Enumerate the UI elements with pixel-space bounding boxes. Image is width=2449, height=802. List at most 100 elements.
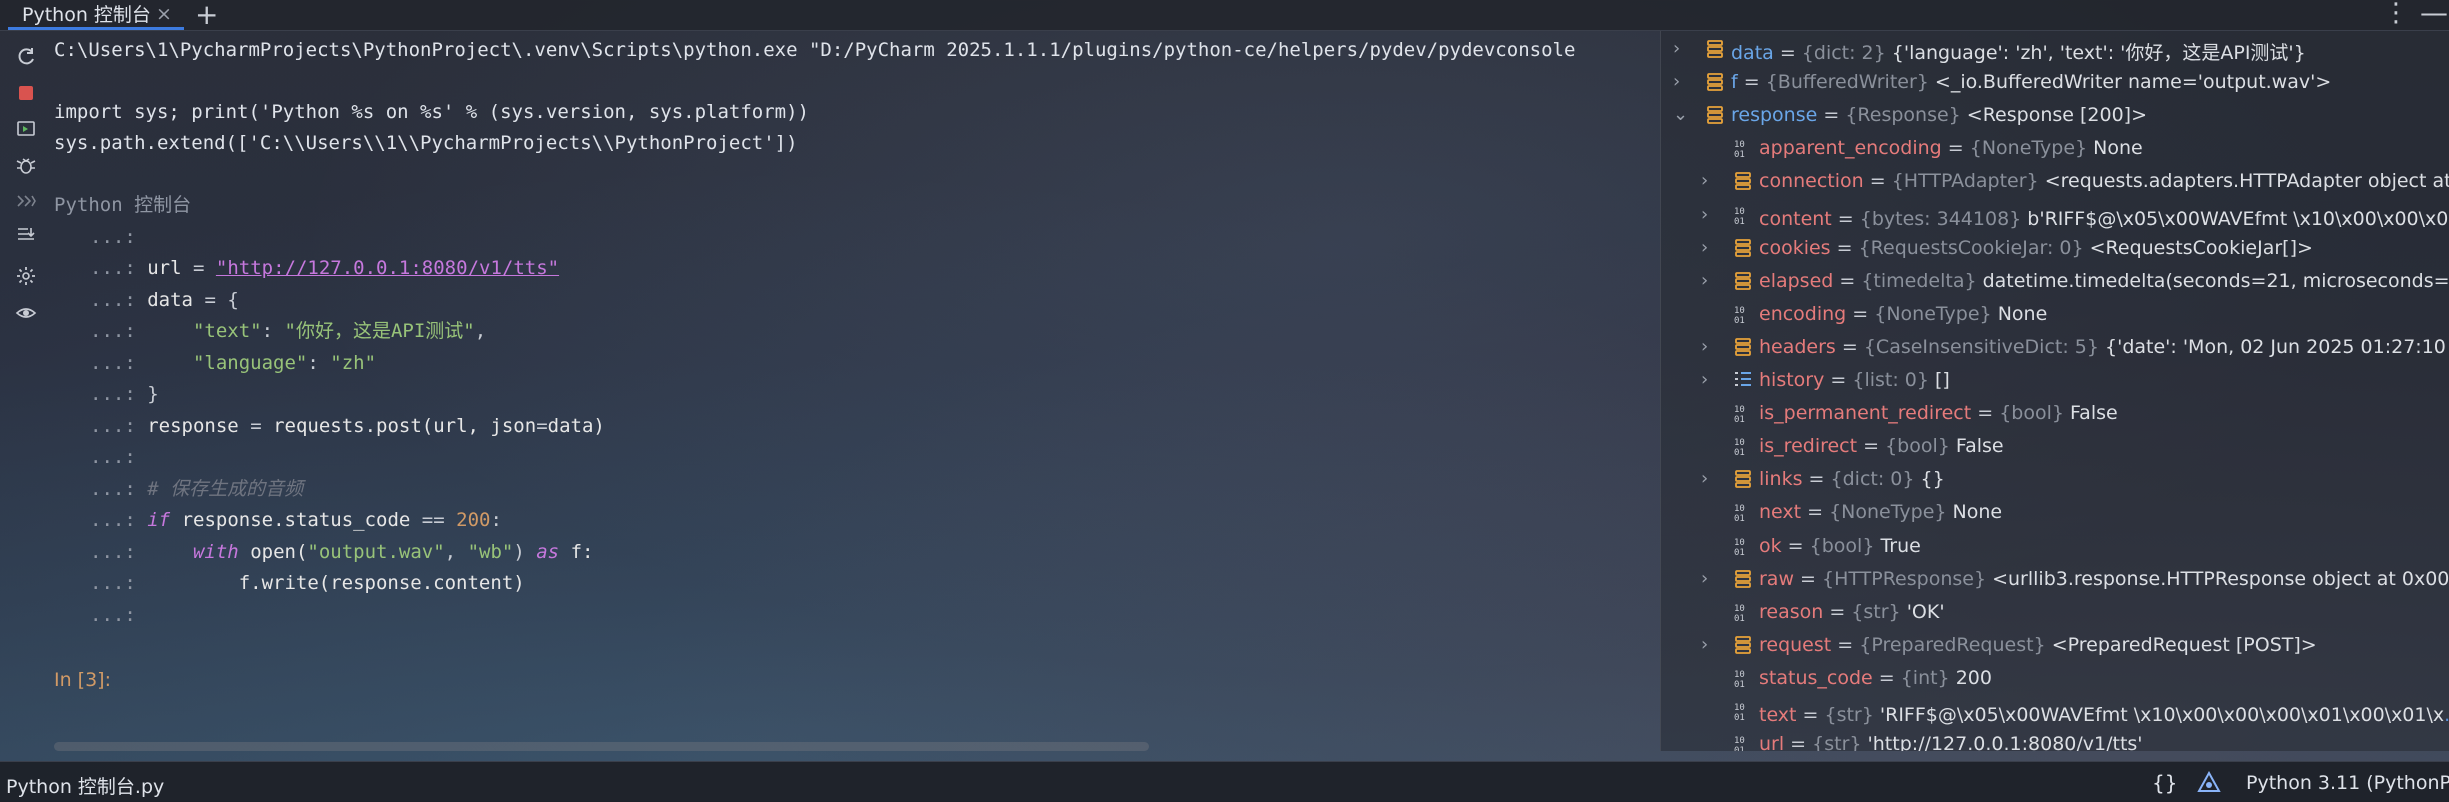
variable-row-status-code[interactable]: 10 01 status_code = {int} 200 (1661, 662, 2449, 695)
svg-text:10: 10 (1734, 405, 1745, 415)
variable-name: content (1759, 207, 1832, 230)
variable-row-data[interactable]: › data = {dict: 2} {'language': 'zh', 'te… (1661, 33, 2449, 66)
braces-icon[interactable]: {} (2152, 771, 2177, 795)
variable-row-elapsed[interactable]: › elapsed = {timedelta} datetime.timedelt… (1661, 265, 2449, 298)
variable-type: {CaseInsensitiveDict: 5} (1863, 335, 2106, 358)
variable-row-url[interactable]: 1001 url = {str} 'http://127.0.0.1:8080/v… (1661, 728, 2449, 751)
url-link[interactable]: "http://127.0.0.1:8080/v1/tts" (216, 257, 559, 279)
variable-value: {} (1920, 468, 1945, 491)
chevron-right-icon[interactable]: › (1701, 271, 1717, 289)
execute-selection-icon[interactable] (14, 117, 38, 141)
variable-row-content[interactable]: › 10 01 content = {bytes: 344108} b'RIFF$@\… (1661, 199, 2449, 232)
chevron-right-icon[interactable]: › (1701, 238, 1717, 256)
chevron-down-icon[interactable]: ⌄ (1673, 106, 1689, 124)
variable-name: reason (1759, 600, 1824, 623)
import-line: import sys; print('Python %s on %s' % (s… (54, 101, 809, 123)
svg-text:01: 01 (1734, 514, 1745, 523)
variable-type: {RequestsCookieJar: 0} (1858, 236, 2090, 259)
stop-icon[interactable] (14, 81, 38, 105)
var-icon (1732, 336, 1754, 358)
variable-name: next (1759, 501, 1802, 524)
sys-path-line: sys.path.extend(['C:\\Users\\1\\PycharmP… (54, 132, 798, 154)
binary-icon: 1001 (1732, 667, 1754, 690)
variable-name: request (1759, 633, 1832, 656)
debug-icon[interactable] (14, 153, 38, 177)
variable-type: {HTTPAdapter} (1891, 170, 2045, 193)
variable-type: {NoneType} (1829, 501, 1953, 524)
horizontal-scrollbar[interactable] (54, 742, 1149, 751)
variable-row-history[interactable]: › history = {list: 0} [] (1661, 364, 2449, 397)
variable-row-connection[interactable]: › connection = {HTTPAdapter} <requests.ad… (1661, 165, 2449, 198)
variable-name: ok (1759, 534, 1782, 557)
close-tab-icon[interactable]: × (156, 3, 172, 25)
code-line: ...: if response.status_code == 200: (90, 509, 502, 531)
chevron-right-icon[interactable]: › (1701, 371, 1717, 389)
variable-row-ok[interactable]: 10 01 ok = {bool} True (1661, 530, 2449, 563)
console-toolbar (0, 31, 50, 761)
svg-text:01: 01 (1734, 316, 1745, 325)
variable-row-text[interactable]: 10 01 text = {str} 'RIFF$@\x05\x00WAVEfmt … (1661, 695, 2449, 728)
rerun-icon[interactable] (14, 45, 38, 69)
chevron-right-icon[interactable]: › (1701, 172, 1717, 190)
settings-icon[interactable] (14, 264, 38, 288)
variable-value: <_io.BufferedWriter name='output.wav'> (1934, 71, 2332, 94)
add-tab-icon[interactable]: + (195, 0, 218, 31)
code-line: ...: (90, 604, 136, 626)
var-icon (1732, 170, 1754, 192)
variable-row-is-redirect[interactable]: 10 01 is_redirect = {bool} False (1661, 430, 2449, 463)
chevrons-right-icon[interactable] (14, 189, 38, 213)
variable-type: {dict: 2} (1801, 42, 1892, 64)
svg-text:01: 01 (1734, 713, 1745, 722)
variable-type: {list: 0} (1852, 369, 1936, 391)
variable-row-request[interactable]: › request = {PreparedRequest} <PreparedRe… (1661, 629, 2449, 662)
variable-row-f[interactable]: › f = {BufferedWriter} <_io.BufferedWrite… (1661, 66, 2449, 99)
svg-text:01: 01 (1734, 217, 1745, 226)
variable-name: connection (1759, 170, 1864, 193)
variable-row-next[interactable]: 10 01 next = {NoneType} None (1661, 496, 2449, 529)
show-value-link[interactable]: ...显示 (2444, 704, 2449, 726)
variable-type: {bool} (1809, 534, 1881, 557)
variable-text: data = {dict: 2} {'language': 'zh', 'tex… (1731, 42, 2306, 64)
variable-text: url = {str} 'http://127.0.0.1:8080/v1/tt… (1759, 733, 2143, 751)
show-variables-icon[interactable] (14, 301, 38, 325)
file-name[interactable]: Python 控制台.py (6, 772, 164, 799)
variable-row-response[interactable]: ⌄ response = {Response} <Response [200]> (1661, 99, 2449, 132)
binary-icon: 1001 (1732, 601, 1754, 624)
interpreter-label[interactable]: Python 3.11 (PythonProje (2246, 772, 2449, 794)
variable-row-is-permanent-redirect[interactable]: 10 01 is_permanent_redirect = {bool} False (1661, 397, 2449, 430)
python-interpreter-icon[interactable] (2197, 771, 2221, 795)
code-line: ...: url = "http://127.0.0.1:8080/v1/tts… (90, 257, 560, 279)
variable-row-apparent-encoding[interactable]: 10 01 apparent_encoding = {NoneType} None (1661, 132, 2449, 165)
chevron-right-icon[interactable]: › (1673, 40, 1689, 58)
variable-name: status_code (1759, 666, 1873, 689)
scroll-to-end-icon[interactable] (14, 223, 38, 247)
variable-name: is_redirect (1759, 435, 1858, 458)
variable-text: reason = {str} 'OK' (1759, 600, 1945, 623)
chevron-right-icon[interactable]: › (1701, 635, 1717, 653)
variable-row-links[interactable]: › links = {dict: 0} {} (1661, 463, 2449, 496)
chevron-right-icon[interactable]: › (1701, 470, 1717, 488)
variable-row-raw[interactable]: › raw = {HTTPResponse} <urllib3.response.… (1661, 563, 2449, 596)
more-options-icon[interactable]: ⋮ (2383, 0, 2409, 28)
variable-text: is_redirect = {bool} False (1759, 435, 2004, 458)
chevron-right-icon[interactable]: › (1701, 337, 1717, 355)
variable-name: f (1731, 71, 1738, 94)
code-line: ...: "language": "zh" (90, 352, 377, 374)
variable-text: connection = {HTTPAdapter} <requests.ada… (1759, 170, 2449, 192)
variable-row-cookies[interactable]: › cookies = {RequestsCookieJar: 0} <Reque… (1661, 232, 2449, 265)
chevron-right-icon[interactable]: › (1701, 205, 1717, 223)
variable-value: <PreparedRequest [POST]> (2051, 633, 2317, 656)
variable-type: {int} (1900, 666, 1956, 689)
variable-type: {Response} (1845, 104, 1967, 127)
input-prompt[interactable]: In [3]: (54, 668, 111, 692)
variable-row-reason[interactable]: 10 01 reason = {str} 'OK' (1661, 596, 2449, 629)
list-icon (1732, 369, 1754, 391)
chevron-right-icon[interactable]: › (1673, 73, 1689, 91)
variable-row-headers[interactable]: › headers = {CaseInsensitiveDict: 5} {'da… (1661, 331, 2449, 364)
minimize-icon[interactable]: — (2420, 0, 2448, 29)
variable-row-encoding[interactable]: 10 01 encoding = {NoneType} None (1661, 298, 2449, 331)
var-icon (1732, 634, 1754, 656)
svg-text:01: 01 (1734, 548, 1745, 557)
chevron-right-icon[interactable]: › (1701, 569, 1717, 587)
console-output[interactable]: C:\Users\1\PycharmProjects\PythonProject… (54, 31, 1654, 751)
